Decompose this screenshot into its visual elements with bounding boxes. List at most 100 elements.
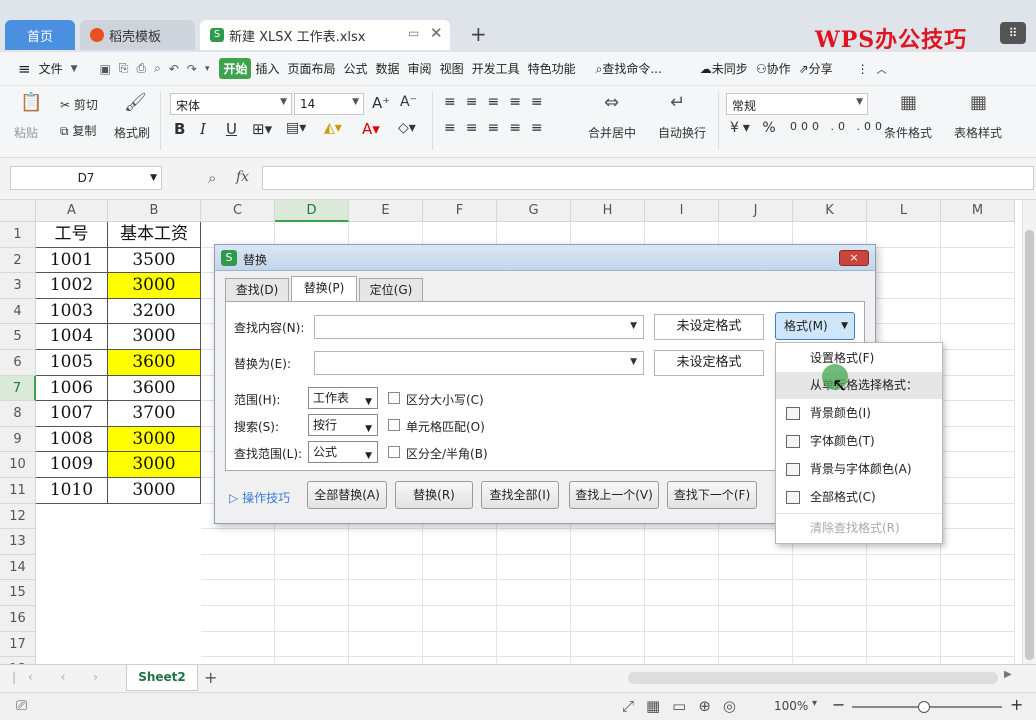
replace-all-button[interactable]: 全部替换(A) [307, 481, 387, 509]
grid-cell[interactable] [941, 273, 1015, 299]
employee-id-cell[interactable]: 1002 [36, 273, 108, 299]
collab-button[interactable]: ⚇协作 [752, 60, 795, 77]
grid-cell[interactable] [793, 657, 867, 664]
column-header-m[interactable]: M [941, 200, 1015, 222]
window-menu-icon[interactable]: ⠿ [1000, 22, 1026, 44]
find-input[interactable]: ▼ [314, 315, 644, 339]
close-button[interactable]: × [839, 250, 869, 266]
grid-cell[interactable] [571, 631, 645, 658]
macro-icon[interactable]: ⎚ [16, 698, 27, 714]
grid-cell[interactable] [571, 554, 645, 581]
grid-cell[interactable] [867, 606, 941, 632]
grid-cell[interactable] [349, 657, 423, 664]
tab-file[interactable]: S 新建 XLSX 工作表.xlsx ▭ ✕ [200, 20, 450, 50]
row-header-3[interactable]: 3 [0, 273, 36, 299]
menu-formula[interactable]: 公式 [340, 60, 372, 77]
grid-cell[interactable] [719, 554, 793, 581]
row-header-6[interactable]: 6 [0, 350, 36, 376]
row-header-12[interactable]: 12 [0, 503, 36, 530]
base-salary-cell[interactable]: 3500 [108, 247, 201, 274]
menu-insert[interactable]: 插入 [251, 60, 283, 77]
grid-cell[interactable] [867, 273, 941, 299]
column-header-l[interactable]: L [867, 200, 941, 222]
grid-cell[interactable] [941, 247, 1015, 274]
font-family-select[interactable]: 宋体 ▼ [170, 93, 292, 115]
fill-color-icon[interactable]: ◭▾ [324, 120, 342, 136]
grid-cell[interactable] [201, 657, 275, 664]
base-salary-cell[interactable]: 3700 [108, 401, 201, 427]
lookin-select[interactable]: 公式 ▼ [308, 441, 378, 463]
grid-cell[interactable] [941, 324, 1015, 350]
grid-cell[interactable] [941, 478, 1015, 504]
conditional-format-icon[interactable]: ▦ [900, 92, 917, 113]
horizontal-align-icons[interactable]: ≡≡≡≡≡ [444, 120, 553, 136]
wrap-icon[interactable]: ↵ [670, 92, 685, 113]
row-header-14[interactable]: 14 [0, 554, 36, 581]
row-header-4[interactable]: 4 [0, 298, 36, 325]
grid-cell[interactable] [793, 631, 867, 658]
grid-cell[interactable] [423, 580, 497, 606]
bg-font-color-item[interactable]: 背景与字体颜色(A) [776, 456, 942, 483]
grid-cell[interactable] [941, 606, 1015, 632]
base-salary-cell[interactable]: 3000 [108, 324, 201, 350]
grid-cell[interactable] [941, 350, 1015, 376]
sync-status[interactable]: ☁未同步 [696, 60, 752, 77]
row-header-18[interactable]: 18 [0, 657, 36, 664]
grid-cell[interactable] [941, 375, 1015, 402]
undo-icon[interactable]: ↶ [165, 62, 183, 76]
redo-icon[interactable]: ↷ [183, 62, 201, 76]
font-size-select[interactable]: 14 ▼ [294, 93, 364, 115]
more-chevron-icon[interactable]: ▾ [201, 64, 214, 74]
conditional-format-button[interactable]: 条件格式 [884, 124, 932, 141]
column-header-h[interactable]: H [571, 200, 645, 222]
grid-cell[interactable] [497, 529, 571, 555]
grid-cell[interactable] [423, 554, 497, 581]
tab-home[interactable]: 首页 [5, 20, 75, 50]
grid-cell[interactable] [793, 606, 867, 632]
grid-cell[interactable] [645, 606, 719, 632]
dialog-title-bar[interactable]: S 替换 × [215, 245, 875, 271]
row-header-10[interactable]: 10 [0, 452, 36, 478]
export-icon[interactable]: ⎘ [115, 61, 133, 76]
base-salary-cell[interactable]: 3000 [108, 273, 201, 299]
column-header-f[interactable]: F [423, 200, 497, 222]
grid-cell[interactable] [645, 657, 719, 664]
table-header-cell[interactable]: 工号 [36, 222, 108, 248]
grid-cell[interactable] [941, 503, 1015, 530]
grid-cell[interactable] [201, 554, 275, 581]
grid-cell[interactable] [571, 580, 645, 606]
grid-cell[interactable] [719, 580, 793, 606]
italic-icon[interactable]: I [200, 120, 206, 138]
grid-cell[interactable] [423, 606, 497, 632]
employee-id-cell[interactable]: 1008 [36, 426, 108, 453]
find-all-button[interactable]: 查找全部(I) [481, 481, 559, 509]
menu-home[interactable]: 开始 [219, 58, 252, 79]
grid-cell[interactable] [275, 631, 349, 658]
paste-icon[interactable]: 📋 [20, 92, 42, 113]
grid-cell[interactable] [941, 426, 1015, 453]
from-cell-item[interactable]: 从单元格选择格式： [776, 372, 942, 399]
row-header-11[interactable]: 11 [0, 478, 36, 504]
column-header-e[interactable]: E [349, 200, 423, 222]
grid-cell[interactable] [201, 631, 275, 658]
set-format-item[interactable]: 设置格式(F) [776, 345, 942, 372]
base-salary-cell[interactable]: 3600 [108, 350, 201, 376]
column-header-c[interactable]: C [201, 200, 275, 222]
zoom-search-icon[interactable]: ⌕ [208, 169, 216, 187]
grid-cell[interactable] [349, 606, 423, 632]
merge-icon[interactable]: ⇔ [604, 92, 619, 113]
menu-review[interactable]: 审阅 [404, 60, 436, 77]
hamburger-icon[interactable]: ≡ [14, 60, 35, 78]
add-sheet-button[interactable]: + [204, 668, 217, 687]
copy-button[interactable]: ⧉ 复制 [60, 122, 96, 139]
row-header-7[interactable]: 7 [0, 375, 36, 402]
zoom-slider-handle[interactable] [918, 701, 930, 713]
decimal-icons[interactable]: 000 .0 .00 [790, 120, 886, 133]
grid-cell[interactable] [349, 580, 423, 606]
base-salary-cell[interactable]: 3000 [108, 452, 201, 478]
menu-data[interactable]: 数据 [372, 60, 404, 77]
grid-cell[interactable] [423, 657, 497, 664]
vertical-align-icons[interactable]: ≡≡≡≡≡ [444, 94, 553, 110]
tips-link[interactable]: ▷ 操作技巧 [229, 489, 290, 506]
cell-style-icon[interactable]: ▤▾ [286, 120, 306, 136]
